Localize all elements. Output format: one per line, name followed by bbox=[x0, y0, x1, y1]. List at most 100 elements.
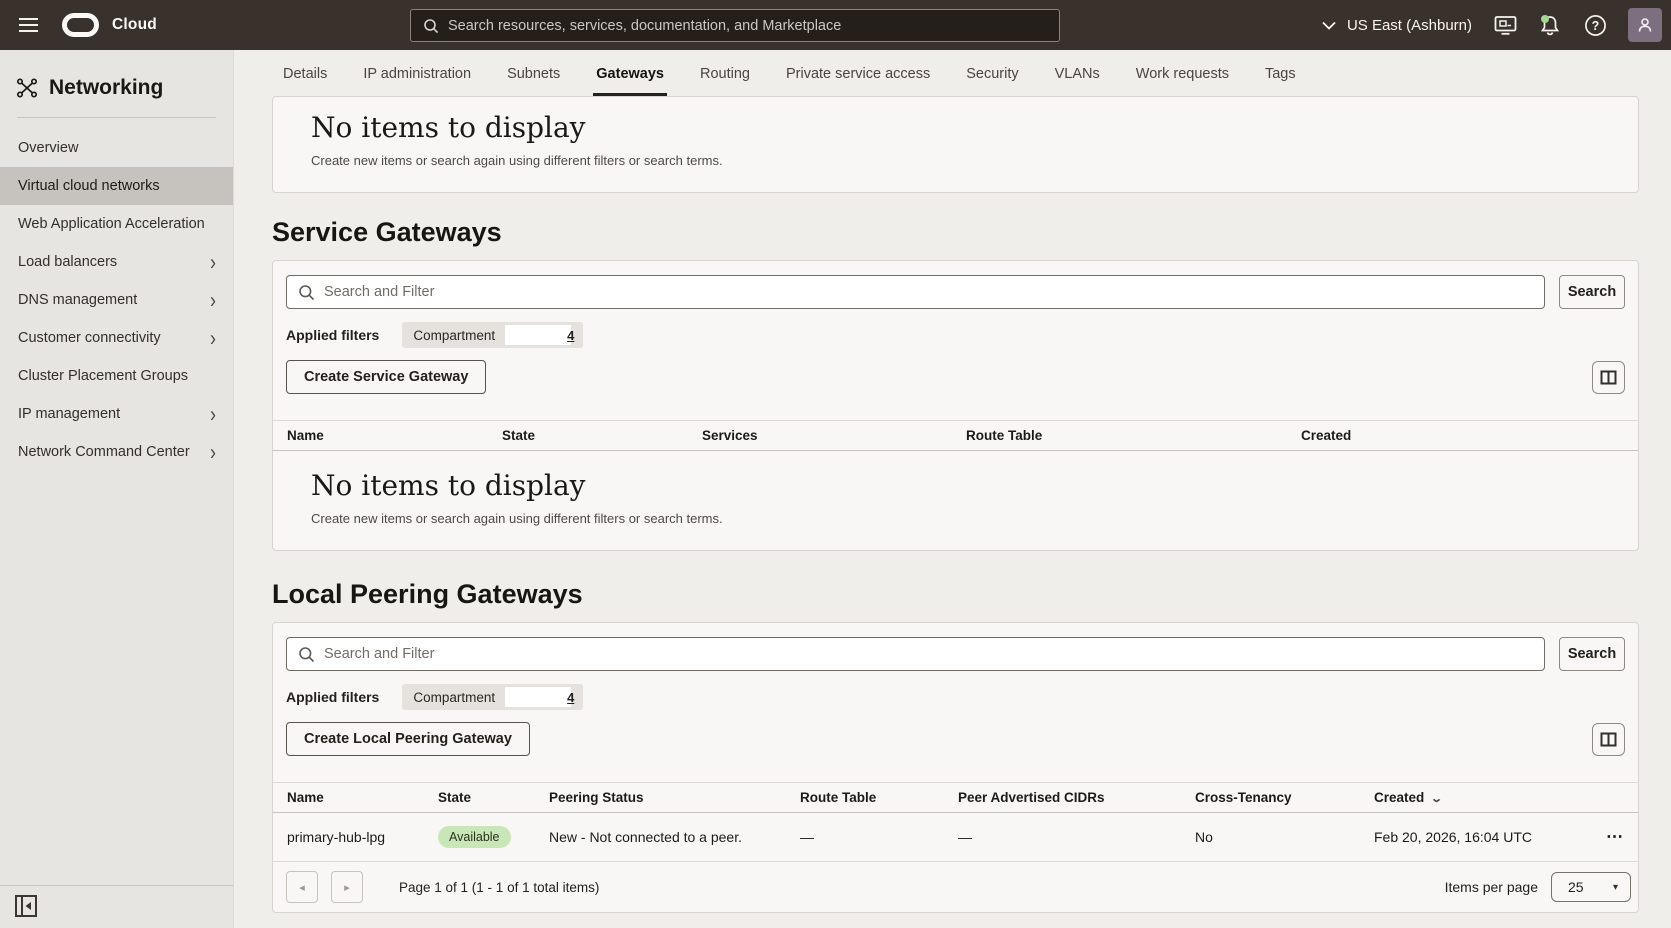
redacted-compartment-value bbox=[505, 325, 571, 345]
hamburger-menu-icon[interactable] bbox=[6, 0, 50, 50]
sg-empty-state-subtitle: Create new items or search again using d… bbox=[311, 511, 1638, 526]
networking-icon bbox=[16, 77, 38, 99]
global-search-input[interactable] bbox=[448, 18, 1059, 34]
chevron-right-icon: › bbox=[210, 251, 216, 274]
sidebar-item-network-command-center[interactable]: Network Command Center› bbox=[0, 433, 233, 471]
tab-gateways[interactable]: Gateways bbox=[593, 66, 667, 96]
lpg-row-peer-advertised-cidrs: — bbox=[958, 813, 1195, 862]
lpg-row-cross-tenancy: No bbox=[1195, 813, 1374, 862]
lpg-applied-filters-label: Applied filters bbox=[286, 689, 379, 705]
sidebar-divider bbox=[17, 117, 216, 118]
lpg-col-route-table: Route Table bbox=[800, 783, 958, 813]
sidebar-item-ip-management[interactable]: IP management› bbox=[0, 395, 233, 433]
collapse-sidebar-button[interactable] bbox=[14, 894, 38, 918]
svg-text:?: ? bbox=[1591, 19, 1599, 33]
tab-details[interactable]: Details bbox=[280, 66, 330, 96]
items-per-page-label: Items per page bbox=[1445, 879, 1538, 895]
chevron-right-icon: › bbox=[210, 403, 216, 426]
lpg-col-actions bbox=[1580, 783, 1638, 813]
help-icon[interactable]: ? bbox=[1583, 13, 1607, 37]
sidebar-item-web-application-acceleration[interactable]: Web Application Acceleration bbox=[0, 205, 233, 243]
sg-col-name: Name bbox=[273, 421, 502, 451]
tab-subnets[interactable]: Subnets bbox=[504, 66, 563, 96]
region-selector[interactable]: US East (Ashburn) bbox=[1322, 17, 1472, 34]
sidebar-item-customer-connectivity[interactable]: Customer connectivity› bbox=[0, 319, 233, 357]
sidebar-header: Networking bbox=[0, 50, 233, 100]
sidebar-item-cluster-placement-groups[interactable]: Cluster Placement Groups bbox=[0, 357, 233, 395]
sg-col-state: State bbox=[502, 421, 702, 451]
previous-page-button[interactable]: ◂ bbox=[286, 871, 318, 903]
sg-applied-filters-label: Applied filters bbox=[286, 327, 379, 343]
lpg-row-state: Available bbox=[438, 813, 549, 862]
user-avatar-icon[interactable] bbox=[1628, 8, 1662, 42]
sg-compartment-filter-chip[interactable]: Compartment 4 bbox=[402, 322, 583, 348]
items-per-page-select[interactable]: 25 ▾ bbox=[1551, 872, 1631, 902]
main-content: Details IP administration Subnets Gatewa… bbox=[234, 50, 1671, 928]
lpg-col-state: State bbox=[438, 783, 549, 813]
tab-private-service-access[interactable]: Private service access bbox=[783, 66, 933, 96]
search-icon bbox=[298, 284, 315, 301]
top-header-bar: Cloud US East (Ashburn) bbox=[0, 0, 1671, 50]
brand-logo[interactable]: Cloud bbox=[62, 13, 157, 37]
search-icon bbox=[298, 646, 315, 663]
oracle-logo-icon bbox=[62, 13, 99, 37]
left-sidebar: Networking Overview Virtual cloud networ… bbox=[0, 50, 234, 928]
tab-ip-administration[interactable]: IP administration bbox=[360, 66, 474, 96]
lpg-col-created-sort[interactable]: Created⌄ bbox=[1374, 783, 1580, 813]
sg-search-filter-field[interactable] bbox=[286, 275, 1545, 309]
status-badge: Available bbox=[438, 826, 511, 848]
row-actions-menu-icon[interactable]: ⋯ bbox=[1580, 813, 1638, 862]
lpg-col-name: Name bbox=[273, 783, 438, 813]
sidebar-item-dns-management[interactable]: DNS management› bbox=[0, 281, 233, 319]
lpg-row-name[interactable]: primary-hub-lpg bbox=[273, 813, 438, 862]
columns-icon bbox=[1600, 370, 1617, 385]
lpg-search-input[interactable] bbox=[324, 646, 1544, 662]
global-search-bar[interactable] bbox=[410, 9, 1060, 42]
region-label: US East (Ashburn) bbox=[1347, 17, 1472, 34]
tab-security[interactable]: Security bbox=[963, 66, 1021, 96]
lpg-row-created: Feb 20, 2026, 16:04 UTC bbox=[1374, 813, 1580, 862]
chevron-right-icon: › bbox=[210, 327, 216, 350]
sidebar-bottom-divider bbox=[0, 885, 233, 886]
tab-vlans[interactable]: VLANs bbox=[1052, 66, 1103, 96]
cloud-shell-console-icon[interactable] bbox=[1493, 13, 1517, 37]
sidebar-item-load-balancers[interactable]: Load balancers› bbox=[0, 243, 233, 281]
sidebar-item-overview[interactable]: Overview bbox=[0, 129, 233, 167]
lpg-col-peer-advertised-cidrs: Peer Advertised CIDRs bbox=[958, 783, 1195, 813]
chevron-right-icon: › bbox=[210, 441, 216, 464]
brand-label: Cloud bbox=[112, 16, 157, 34]
sg-col-created: Created bbox=[1301, 421, 1638, 451]
lpg-row-peering-status: New - Not connected to a peer. bbox=[549, 813, 800, 862]
lpg-search-filter-field[interactable] bbox=[286, 637, 1545, 671]
create-service-gateway-button[interactable]: Create Service Gateway bbox=[286, 360, 486, 394]
tab-tags[interactable]: Tags bbox=[1262, 66, 1299, 96]
empty-state-title: No items to display bbox=[311, 111, 1638, 144]
columns-icon bbox=[1600, 732, 1617, 747]
lpg-col-cross-tenancy: Cross-Tenancy bbox=[1195, 783, 1374, 813]
create-local-peering-gateway-button[interactable]: Create Local Peering Gateway bbox=[286, 722, 530, 756]
caret-down-icon: ▾ bbox=[1613, 882, 1618, 893]
sg-filter-count-link[interactable]: 4 bbox=[567, 328, 574, 343]
lpg-filter-count-link[interactable]: 4 bbox=[567, 690, 574, 705]
tab-bar: Details IP administration Subnets Gatewa… bbox=[234, 50, 1671, 96]
sg-column-settings-button[interactable] bbox=[1592, 361, 1625, 394]
sort-chevron-down-icon: ⌄ bbox=[1430, 792, 1443, 805]
lpg-search-button[interactable]: Search bbox=[1559, 637, 1625, 671]
chevron-right-icon: › bbox=[210, 289, 216, 312]
sg-search-button[interactable]: Search bbox=[1559, 275, 1625, 309]
sidebar-item-virtual-cloud-networks[interactable]: Virtual cloud networks bbox=[0, 167, 233, 205]
sg-empty-state-title: No items to display bbox=[311, 469, 1638, 502]
tab-work-requests[interactable]: Work requests bbox=[1133, 66, 1232, 96]
top-empty-card: No items to display Create new items or … bbox=[272, 96, 1639, 193]
sg-search-input[interactable] bbox=[324, 284, 1544, 300]
local-peering-gateways-heading: Local Peering Gateways bbox=[272, 579, 1671, 610]
tab-routing[interactable]: Routing bbox=[697, 66, 753, 96]
collapse-panel-icon bbox=[14, 894, 38, 918]
lpg-row-route-table: — bbox=[800, 813, 958, 862]
lpg-column-settings-button[interactable] bbox=[1592, 723, 1625, 756]
local-peering-gateways-card: Search Applied filters Compartment 4 Cre… bbox=[272, 622, 1639, 913]
lpg-compartment-filter-chip[interactable]: Compartment 4 bbox=[402, 684, 583, 710]
page-summary: Page 1 of 1 (1 - 1 of 1 total items) bbox=[399, 880, 599, 895]
notifications-bell-icon[interactable] bbox=[1538, 13, 1562, 37]
next-page-button[interactable]: ▸ bbox=[331, 871, 363, 903]
